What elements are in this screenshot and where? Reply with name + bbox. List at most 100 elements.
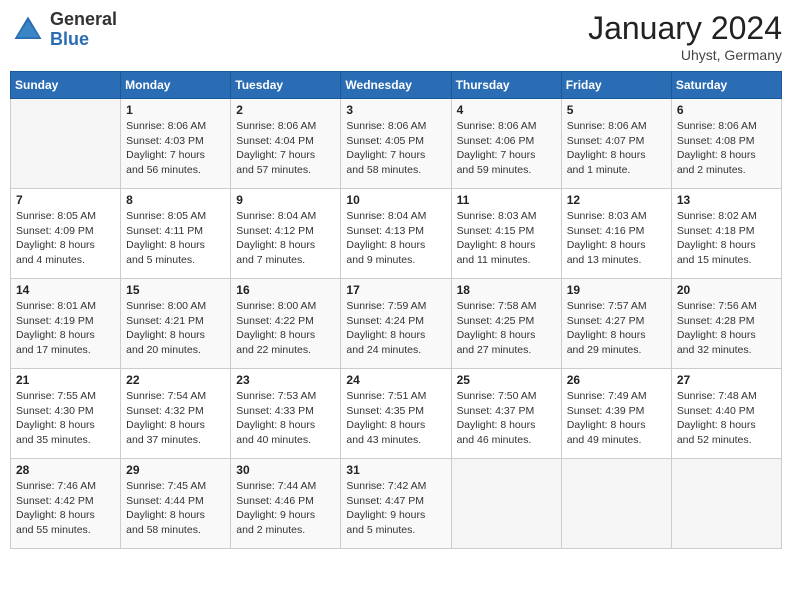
calendar-day-cell: 6 Sunrise: 8:06 AMSunset: 4:08 PMDaylight… — [671, 99, 781, 189]
calendar-day-cell — [671, 459, 781, 549]
day-number: 1 — [126, 103, 225, 117]
calendar-week-row: 14Sunrise: 8:01 AMSunset: 4:19 PMDayligh… — [11, 279, 782, 369]
day-number: 6 — [677, 103, 776, 117]
calendar-day-cell: 22 Sunrise: 7:54 AMSunset: 4:32 PMDayligh… — [121, 369, 231, 459]
calendar-day-cell: 29 Sunrise: 7:45 AMSunset: 4:44 PMDayligh… — [121, 459, 231, 549]
day-number: 2 — [236, 103, 335, 117]
day-number: 8 — [126, 193, 225, 207]
day-number: 25 — [457, 373, 556, 387]
day-detail: Sunrise: 8:04 AMSunset: 4:12 PMDaylight:… — [236, 209, 335, 268]
day-number: 30 — [236, 463, 335, 477]
day-number: 3 — [346, 103, 445, 117]
day-detail: Sunrise: 7:45 AMSunset: 4:44 PMDaylight:… — [126, 479, 225, 538]
calendar-day-cell: 8Sunrise: 8:05 AMSunset: 4:11 PMDaylight… — [121, 189, 231, 279]
day-detail: Sunrise: 8:06 AMSunset: 4:06 PMDaylight:… — [457, 119, 556, 178]
day-number: 26 — [567, 373, 666, 387]
calendar-day-cell: 27Sunrise: 7:48 AMSunset: 4:40 PMDayligh… — [671, 369, 781, 459]
calendar-day-cell: 13 Sunrise: 8:02 AMSunset: 4:18 PMDayligh… — [671, 189, 781, 279]
calendar-week-row: 7 Sunrise: 8:05 AMSunset: 4:09 PMDaylight… — [11, 189, 782, 279]
calendar-table: SundayMondayTuesdayWednesdayThursdayFrid… — [10, 71, 782, 549]
calendar-day-cell: 20 Sunrise: 7:56 AMSunset: 4:28 PMDayligh… — [671, 279, 781, 369]
day-number: 20 — [677, 283, 776, 297]
day-number: 24 — [346, 373, 445, 387]
calendar-day-header: Wednesday — [341, 72, 451, 99]
day-detail: Sunrise: 7:51 AMSunset: 4:35 PMDaylight:… — [346, 389, 445, 448]
day-number: 16 — [236, 283, 335, 297]
calendar-day-cell: 21 Sunrise: 7:55 AMSunset: 4:30 PMDayligh… — [11, 369, 121, 459]
calendar-day-cell: 12Sunrise: 8:03 AMSunset: 4:16 PMDayligh… — [561, 189, 671, 279]
calendar-week-row: 21 Sunrise: 7:55 AMSunset: 4:30 PMDayligh… — [11, 369, 782, 459]
month-year: January 2024 — [588, 10, 782, 47]
day-number: 9 — [236, 193, 335, 207]
day-detail: Sunrise: 7:59 AMSunset: 4:24 PMDaylight:… — [346, 299, 445, 358]
day-detail: Sunrise: 7:44 AMSunset: 4:46 PMDaylight:… — [236, 479, 335, 538]
calendar-day-cell: 10 Sunrise: 8:04 AMSunset: 4:13 PMDayligh… — [341, 189, 451, 279]
day-detail: Sunrise: 8:06 AMSunset: 4:07 PMDaylight:… — [567, 119, 666, 178]
day-detail: Sunrise: 7:54 AMSunset: 4:32 PMDaylight:… — [126, 389, 225, 448]
day-detail: Sunrise: 8:05 AMSunset: 4:09 PMDaylight:… — [16, 209, 115, 268]
day-number: 22 — [126, 373, 225, 387]
day-number: 29 — [126, 463, 225, 477]
day-number: 11 — [457, 193, 556, 207]
calendar-day-cell: 23 Sunrise: 7:53 AMSunset: 4:33 PMDayligh… — [231, 369, 341, 459]
calendar-week-row: 1Sunrise: 8:06 AMSunset: 4:03 PMDaylight… — [11, 99, 782, 189]
day-detail: Sunrise: 8:06 AMSunset: 4:08 PMDaylight:… — [677, 119, 776, 178]
day-detail: Sunrise: 7:56 AMSunset: 4:28 PMDaylight:… — [677, 299, 776, 358]
calendar-day-header: Sunday — [11, 72, 121, 99]
day-detail: Sunrise: 8:04 AMSunset: 4:13 PMDaylight:… — [346, 209, 445, 268]
calendar-day-header: Tuesday — [231, 72, 341, 99]
day-detail: Sunrise: 8:06 AMSunset: 4:04 PMDaylight:… — [236, 119, 335, 178]
day-detail: Sunrise: 7:42 AMSunset: 4:47 PMDaylight:… — [346, 479, 445, 538]
day-number: 10 — [346, 193, 445, 207]
calendar-day-cell: 4 Sunrise: 8:06 AMSunset: 4:06 PMDaylight… — [451, 99, 561, 189]
calendar-day-cell: 26 Sunrise: 7:49 AMSunset: 4:39 PMDayligh… — [561, 369, 671, 459]
calendar-day-cell: 28Sunrise: 7:46 AMSunset: 4:42 PMDayligh… — [11, 459, 121, 549]
day-detail: Sunrise: 7:50 AMSunset: 4:37 PMDaylight:… — [457, 389, 556, 448]
calendar-day-cell: 15Sunrise: 8:00 AMSunset: 4:21 PMDayligh… — [121, 279, 231, 369]
calendar-day-cell: 18Sunrise: 7:58 AMSunset: 4:25 PMDayligh… — [451, 279, 561, 369]
day-detail: Sunrise: 7:57 AMSunset: 4:27 PMDaylight:… — [567, 299, 666, 358]
logo-icon — [10, 12, 46, 48]
day-number: 13 — [677, 193, 776, 207]
calendar-day-cell: 5 Sunrise: 8:06 AMSunset: 4:07 PMDaylight… — [561, 99, 671, 189]
calendar-day-cell: 11 Sunrise: 8:03 AMSunset: 4:15 PMDayligh… — [451, 189, 561, 279]
day-detail: Sunrise: 7:58 AMSunset: 4:25 PMDaylight:… — [457, 299, 556, 358]
calendar-day-cell — [11, 99, 121, 189]
day-detail: Sunrise: 7:53 AMSunset: 4:33 PMDaylight:… — [236, 389, 335, 448]
calendar-day-header: Monday — [121, 72, 231, 99]
day-detail: Sunrise: 7:49 AMSunset: 4:39 PMDaylight:… — [567, 389, 666, 448]
day-number: 4 — [457, 103, 556, 117]
calendar-day-cell: 17 Sunrise: 7:59 AMSunset: 4:24 PMDayligh… — [341, 279, 451, 369]
calendar-day-cell: 3Sunrise: 8:06 AMSunset: 4:05 PMDaylight… — [341, 99, 451, 189]
day-number: 7 — [16, 193, 115, 207]
location: Uhyst, Germany — [588, 47, 782, 63]
calendar-day-cell: 9 Sunrise: 8:04 AMSunset: 4:12 PMDaylight… — [231, 189, 341, 279]
day-number: 27 — [677, 373, 776, 387]
day-detail: Sunrise: 8:02 AMSunset: 4:18 PMDaylight:… — [677, 209, 776, 268]
calendar-day-cell — [561, 459, 671, 549]
day-number: 15 — [126, 283, 225, 297]
day-detail: Sunrise: 8:03 AMSunset: 4:15 PMDaylight:… — [457, 209, 556, 268]
logo: General Blue — [10, 10, 117, 50]
day-number: 17 — [346, 283, 445, 297]
page-header: General Blue January 2024 Uhyst, Germany — [10, 10, 782, 63]
calendar-day-cell: 1Sunrise: 8:06 AMSunset: 4:03 PMDaylight… — [121, 99, 231, 189]
calendar-week-row: 28Sunrise: 7:46 AMSunset: 4:42 PMDayligh… — [11, 459, 782, 549]
calendar-day-cell: 14Sunrise: 8:01 AMSunset: 4:19 PMDayligh… — [11, 279, 121, 369]
calendar-day-cell: 16 Sunrise: 8:00 AMSunset: 4:22 PMDayligh… — [231, 279, 341, 369]
day-detail: Sunrise: 8:00 AMSunset: 4:22 PMDaylight:… — [236, 299, 335, 358]
calendar-day-header: Friday — [561, 72, 671, 99]
day-detail: Sunrise: 8:03 AMSunset: 4:16 PMDaylight:… — [567, 209, 666, 268]
calendar-day-cell: 30 Sunrise: 7:44 AMSunset: 4:46 PMDayligh… — [231, 459, 341, 549]
day-number: 23 — [236, 373, 335, 387]
calendar-day-cell: 25 Sunrise: 7:50 AMSunset: 4:37 PMDayligh… — [451, 369, 561, 459]
day-number: 21 — [16, 373, 115, 387]
calendar-day-cell: 24 Sunrise: 7:51 AMSunset: 4:35 PMDayligh… — [341, 369, 451, 459]
day-number: 31 — [346, 463, 445, 477]
calendar-day-cell: 31 Sunrise: 7:42 AMSunset: 4:47 PMDayligh… — [341, 459, 451, 549]
day-number: 5 — [567, 103, 666, 117]
day-number: 19 — [567, 283, 666, 297]
day-detail: Sunrise: 7:46 AMSunset: 4:42 PMDaylight:… — [16, 479, 115, 538]
day-detail: Sunrise: 7:55 AMSunset: 4:30 PMDaylight:… — [16, 389, 115, 448]
title-block: January 2024 Uhyst, Germany — [588, 10, 782, 63]
